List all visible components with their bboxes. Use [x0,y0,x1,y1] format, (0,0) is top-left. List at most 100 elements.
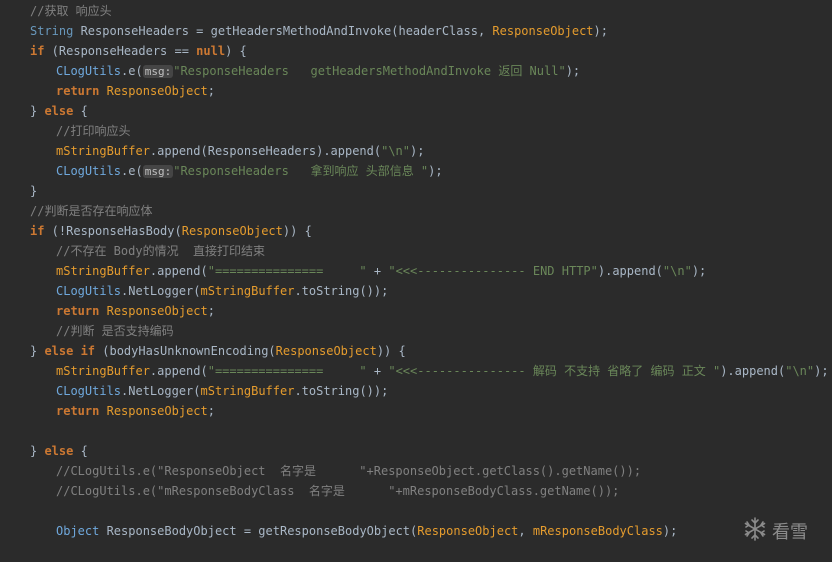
code-editor[interactable]: //获取 响应头 String ResponseHeaders = getHead… [0,0,832,562]
code-token: ResponseObject [106,304,208,318]
code-token: mStringBuffer [200,384,295,398]
code-token: + [366,264,389,278]
code-line[interactable]: Object ResponseBodyObject = getResponseB… [56,521,677,541]
code-line[interactable]: if (ResponseHeaders == null) { [30,41,247,61]
code-line[interactable]: return ResponseObject; [56,401,215,421]
code-token: ResponseBodyObject = getResponseBodyObje… [99,524,418,538]
code-line[interactable]: mStringBuffer.append(ResponseHeaders).ap… [56,141,424,161]
code-token: "<<<--------------- 解码 不支持 省略了 编码 正文 " [388,364,721,378]
code-token: ResponseObject [106,84,208,98]
watermark-text: 看雪 [772,522,808,543]
code-line[interactable]: String ResponseHeaders = getHeadersMetho… [30,21,608,41]
code-token: ; [207,404,215,418]
code-token: ResponseObject [275,344,377,358]
code-token: (ResponseHeaders == [44,44,197,58]
code-token: mStringBuffer [200,284,295,298]
code-line[interactable]: CLogUtils.e(msg: "ResponseHeaders 拿到响应 头部… [56,161,443,181]
code-token: //打印响应头 [56,124,131,138]
code-token: "<<<--------------- END HTTP" [388,264,598,278]
code-line[interactable]: return ResponseObject; [56,81,215,101]
code-token: ) { [225,44,247,58]
code-line[interactable]: //判断是否存在响应体 [30,201,152,221]
code-line[interactable]: } [30,181,37,201]
code-token: .append(ResponseHeaders).append( [149,144,382,158]
code-token: if [30,224,45,238]
code-token: ); [593,24,608,38]
code-token: "\n" [381,144,411,158]
snowflake-icon [742,516,772,547]
code-token: } [30,184,38,198]
code-line[interactable]: mStringBuffer.append("=============== " … [56,361,829,381]
code-token: } [30,104,45,118]
code-token: "=============== " [207,364,367,378]
code-token: else if [44,344,96,358]
code-token: )) { [282,224,312,238]
code-token: + [366,364,389,378]
code-token: .toString()); [294,384,389,398]
code-token: .e( [121,64,143,78]
code-token: ResponseObject [106,404,208,418]
parameter-hint: msg: [142,165,174,178]
code-token: .NetLogger( [121,384,201,398]
code-token: ResponseObject [492,24,594,38]
code-token: ); [691,264,707,278]
code-token: CLogUtils [56,164,122,178]
code-line[interactable]: //判断 是否支持编码 [56,321,174,341]
code-line[interactable]: return ResponseObject; [56,301,215,321]
code-line[interactable]: //CLogUtils.e("ResponseObject 名字是 "+Resp… [56,461,641,481]
code-token: .NetLogger( [121,284,201,298]
code-token: ResponseHeaders = getHeadersMethodAndInv… [73,24,493,38]
code-line[interactable]: CLogUtils.NetLogger(mStringBuffer.toStri… [56,281,388,301]
code-token: //判断是否存在响应体 [30,204,153,218]
code-line[interactable]: } else { [30,441,88,461]
code-token: ).append( [597,264,663,278]
code-token: //判断 是否支持编码 [56,324,174,338]
code-line[interactable]: mStringBuffer.append("=============== " … [56,261,706,281]
code-token: } [30,444,45,458]
code-token: null [196,44,226,58]
code-token: { [73,444,88,458]
code-line[interactable]: //不存在 Body的情况 直接打印结束 [56,241,265,261]
code-token: (!ResponseHasBody( [44,224,182,238]
code-line[interactable]: //CLogUtils.e("mResponseBodyClass 名字是 "+… [56,481,619,501]
code-token: ); [565,64,581,78]
code-token: else [44,104,74,118]
code-token: "\n" [662,264,692,278]
code-token: ); [428,164,443,178]
code-line[interactable]: if (!ResponseHasBody(ResponseObject)) { [30,221,312,241]
code-token: ; [207,304,215,318]
code-token: .toString()); [294,284,389,298]
code-token: mResponseBodyClass [532,524,663,538]
code-token: Object [56,524,100,538]
code-line[interactable]: CLogUtils.NetLogger(mStringBuffer.toStri… [56,381,388,401]
code-token: "ResponseHeaders 拿到响应 头部信息 " [173,164,429,178]
code-token: (bodyHasUnknownEncoding( [95,344,276,358]
code-token: .append( [149,364,208,378]
code-line[interactable]: //获取 响应头 [30,1,112,21]
code-token: mStringBuffer [56,264,150,278]
code-token: if [30,44,45,58]
code-token: ; [207,84,215,98]
code-token: CLogUtils [56,64,122,78]
code-token: } [30,344,45,358]
code-token: //CLogUtils.e("mResponseBodyClass 名字是 "+… [56,484,620,498]
code-token: return [56,304,100,318]
code-token: mStringBuffer [56,364,150,378]
code-token: //不存在 Body的情况 直接打印结束 [56,244,266,258]
code-token: CLogUtils [56,384,122,398]
code-token: return [56,84,100,98]
code-token: "ResponseHeaders getHeadersMethodAndInvo… [173,64,566,78]
code-line[interactable]: } else { [30,101,88,121]
code-token: //获取 响应头 [30,4,112,18]
code-line[interactable]: //打印响应头 [56,121,130,141]
code-line[interactable]: } else if (bodyHasUnknownEncoding(Respon… [30,341,406,361]
code-token: mStringBuffer [56,144,150,158]
code-token: .e( [121,164,143,178]
code-token: else [44,444,74,458]
code-token: return [56,404,100,418]
code-token: { [73,104,88,118]
code-token: CLogUtils [56,284,122,298]
code-line[interactable]: CLogUtils.e(msg: "ResponseHeaders getHead… [56,61,580,81]
